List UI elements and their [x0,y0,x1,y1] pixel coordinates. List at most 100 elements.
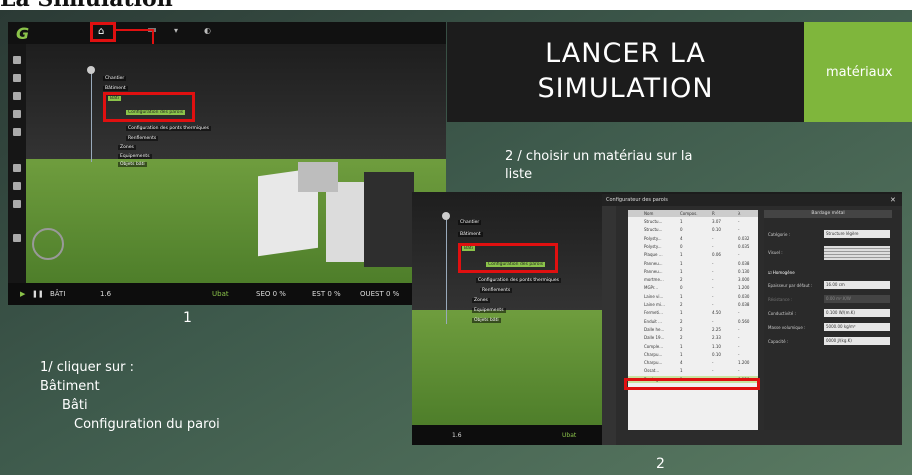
table-cell: 1 [680,310,683,316]
tree-node-chantier[interactable]: Chantier [103,76,127,81]
categorie-select[interactable]: Structure légère [824,230,890,238]
tree-node-equipements[interactable]: Equipements [118,154,152,159]
table-cell: 0.035 [738,243,750,249]
tree2-node-equipements[interactable]: Equipements [472,308,506,313]
tree2-node-chantier[interactable]: Chantier [458,220,482,225]
table-cell: - [738,252,740,258]
table-cell: 0.032 [738,235,750,241]
resistance-input: 0.00 m².K/W [824,295,890,303]
table-cell: Dalle 19... [644,335,665,341]
table-row[interactable]: MGPr... 0 - 1.200 [628,284,758,291]
table-row[interactable]: Structu... 1 3.07 - [628,218,758,225]
table-cell: 1 [680,252,683,258]
table-cell: Comple... [644,343,664,349]
table-cell: 2.25 [712,326,721,332]
table-cell: 2.33 [712,335,721,341]
app-logo-icon: G [16,24,30,43]
configurator-window: Configurateur des parois ✕ Nom Compos. R… [602,194,902,445]
table-row[interactable]: Polysty... 4 - 0.032 [628,235,758,242]
table-row[interactable]: Plaque ... 1 0.06 - [628,251,758,258]
table-cell: 1 [680,343,683,349]
table-cell: Polysty... [644,235,662,241]
table-cell: 4.50 [712,310,721,316]
sidebar-icon-3[interactable] [13,92,21,100]
capacite-input[interactable]: 0000 J/(kg.K) [824,337,890,345]
table-row[interactable]: Laine vi... 1 - 0.030 [628,293,758,300]
table-cell: - [738,219,740,224]
table-row[interactable]: Laine mi... 2 - 0.038 [628,301,758,308]
close-icon[interactable]: ✕ [890,196,896,204]
tree2-node-zones[interactable]: Zones [472,298,490,303]
table-cell: Charpu... [644,360,663,366]
sidebar-icon-8[interactable] [13,200,21,208]
table-cell: 0 [680,243,683,249]
settings-icon[interactable]: ◐ [204,26,211,35]
tree-root-icon-2[interactable] [442,212,450,220]
epaisseur-input[interactable]: 16.00 cm [824,281,890,289]
table-cell: 1 [680,260,683,266]
building-roof[interactable] [298,162,338,192]
table-row[interactable]: Ossat... 1 - - [628,367,758,374]
viewport-ground-2 [412,310,602,425]
tree-node-batiment[interactable]: Bâtiment [103,86,128,91]
sidebar-icon-4[interactable] [13,110,21,118]
highlight-material-row [624,378,760,390]
table-row[interactable]: Polysty... 0 - 0.035 [628,243,758,250]
table-cell: Charpu... [644,351,663,357]
label-one: 1 [183,310,192,326]
table-cell: - [738,227,740,233]
materials-tab[interactable]: matériaux [804,22,912,122]
viewport-sky [26,44,446,159]
table-cell: 0 [680,227,683,233]
table-row[interactable]: Structu... 0 0.10 - [628,226,758,233]
sidebar-icon-9[interactable] [13,234,21,242]
ubat-label[interactable]: Ubat [212,290,229,298]
sidebar-icon-2[interactable] [13,74,21,82]
table-cell: 1 [680,219,683,224]
table-cell: Laine vi... [644,293,664,299]
table-row[interactable]: Panneu... 1 - 0.038 [628,260,758,267]
material-name: Bardage métal [764,210,892,218]
table-row[interactable]: Fermeti... 1 4.50 - [628,309,758,316]
visuel-swatch[interactable] [824,246,890,260]
slide-title: LANCER LA SIMULATION [447,36,804,106]
sidebar-icon-6[interactable] [13,164,21,172]
chevron-down-icon[interactable]: ▾ [174,26,178,35]
table-cell: 0.038 [738,260,750,266]
sidebar-icon-7[interactable] [13,182,21,190]
instruction-line-2: Bâtiment [40,379,100,394]
tree2-node-objets[interactable]: Objets bâti [472,318,501,323]
table-row[interactable]: Enduit ... 2 - 0.560 [628,318,758,325]
play-icon[interactable]: ▶ [20,290,25,298]
table-row[interactable]: Comple... 1 1.10 - [628,343,758,350]
table-row[interactable]: Charpu... 1 0.10 - [628,351,758,358]
table-cell: - [712,285,714,291]
table-row[interactable]: Charpu... 4 - 1.200 [628,359,758,366]
tree2-node-batiment[interactable]: Bâtiment [458,232,483,237]
table-cell: - [712,293,714,299]
tree-node-renflements[interactable]: Renflements [126,136,159,141]
table-row[interactable]: Dalle he... 2 2.25 - [628,326,758,333]
tree2-node-ponts[interactable]: Configuration des ponts thermiques [476,278,561,283]
table-row[interactable]: Panneu... 1 - 0.130 [628,268,758,275]
navigation-compass-icon[interactable] [32,228,64,260]
tree-node-ponts[interactable]: Configuration des ponts thermiques [126,126,211,131]
table-row[interactable]: Dalle 19... 2 2.33 - [628,334,758,341]
tree-node-zones[interactable]: Zones [118,145,136,150]
homogene-checkbox[interactable]: ☑ Homogène [768,270,795,275]
table-cell: Panneu... [644,260,663,266]
tree2-node-renflements[interactable]: Renflements [480,288,513,293]
sidebar-icon-1[interactable] [13,56,21,64]
mode-label[interactable]: BÂTI [50,290,65,298]
building-right-face[interactable] [326,182,366,262]
building-dark-face[interactable] [364,172,414,267]
tree-root-icon[interactable] [87,66,95,74]
sidebar-icon-5[interactable] [13,128,21,136]
pause-icon[interactable]: ❚❚ [32,290,44,298]
table-row[interactable]: mortme... 2 - 3.000 [628,276,758,283]
conductivite-input[interactable]: 0.100 W/(m.K) [824,309,890,317]
tree-node-objets[interactable]: Objets bâti [118,162,147,167]
ubat-label-2[interactable]: Ubat [562,432,576,439]
table-cell: 2 [680,302,683,307]
masse-input[interactable]: 5000.00 kg/m³ [824,323,890,331]
